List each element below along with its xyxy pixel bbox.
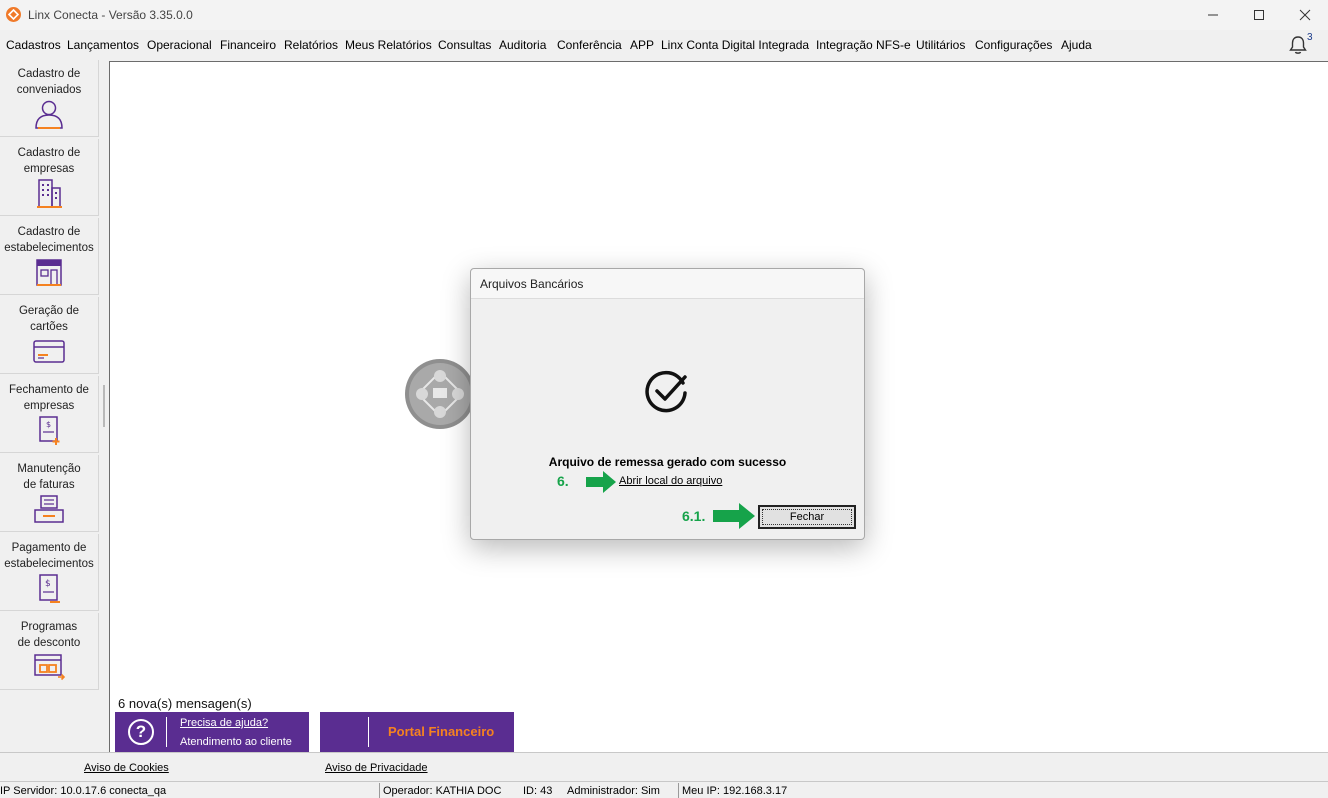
sidebar-item-label: Cadastro de bbox=[17, 68, 81, 80]
dialog-title-bar[interactable]: Arquivos Bancários bbox=[471, 269, 864, 299]
bell-icon[interactable] bbox=[1287, 34, 1309, 56]
privacy-notice-link[interactable]: Aviso de Privacidade bbox=[325, 762, 428, 774]
dialog-title: Arquivos Bancários bbox=[480, 277, 584, 291]
menu-cadastros[interactable]: Cadastros bbox=[6, 38, 61, 52]
menu-relatorios[interactable]: Relatórios bbox=[284, 38, 338, 52]
sidebar-item-label: de faturas bbox=[23, 479, 75, 491]
divider bbox=[379, 783, 380, 798]
portal-financeiro-button[interactable]: Portal Financeiro bbox=[320, 712, 514, 752]
step-6-arrow-icon bbox=[586, 471, 616, 493]
status-admin: Administrador: Sim bbox=[567, 785, 660, 797]
sidebar-item-cadastro-estabelecimentos[interactable]: Cadastro de estabelecimentos bbox=[0, 218, 99, 295]
menu-utilitarios[interactable]: Utilitários bbox=[916, 38, 965, 52]
menu-lancamentos[interactable]: Lançamentos bbox=[67, 38, 139, 52]
title-bar: Linx Conecta - Versão 3.35.0.0 bbox=[0, 0, 1328, 30]
discount-program-icon bbox=[34, 654, 66, 681]
menu-meus-relatorios[interactable]: Meus Relatórios bbox=[345, 38, 432, 52]
menu-linx-conta-digital[interactable]: Linx Conta Digital Integrada bbox=[661, 38, 809, 52]
sidebar-item-label: estabelecimentos bbox=[4, 558, 94, 570]
sidebar-item-cadastro-conveniados[interactable]: Cadastro de conveniados bbox=[0, 60, 99, 137]
svg-text:$: $ bbox=[46, 420, 51, 429]
help-panel[interactable]: ? Precisa de ajuda? Atendimento ao clien… bbox=[115, 712, 309, 752]
financial-network-watermark-icon bbox=[405, 359, 475, 429]
user-icon bbox=[35, 100, 63, 129]
sidebar-item-label: Fechamento de bbox=[9, 384, 89, 396]
bank-files-dialog: Arquivos Bancários Arquivo de remessa ge… bbox=[470, 268, 865, 540]
status-bar: IP Servidor: 10.0.17.6 conecta_qa Operad… bbox=[0, 781, 1328, 798]
sidebar-item-label: Pagamento de bbox=[11, 542, 87, 554]
menu-app[interactable]: APP bbox=[630, 38, 654, 52]
invoice-plus-icon: $ bbox=[39, 416, 60, 445]
sidebar-item-label: Manutenção bbox=[17, 463, 81, 475]
menu-bar: Cadastros Lançamentos Operacional Financ… bbox=[0, 30, 1328, 60]
linx-logo-icon bbox=[6, 7, 21, 22]
building-icon bbox=[37, 179, 62, 208]
sidebar-item-label: Cadastro de bbox=[17, 147, 81, 159]
step-6-1-arrow-icon bbox=[713, 503, 755, 529]
portal-financeiro-label: Portal Financeiro bbox=[388, 724, 495, 739]
menu-auditoria[interactable]: Auditoria bbox=[499, 38, 546, 52]
minimize-button[interactable] bbox=[1190, 0, 1236, 30]
maximize-button[interactable] bbox=[1236, 0, 1282, 30]
sidebar-item-label: de desconto bbox=[17, 637, 81, 649]
sidebar-item-geracao-cartoes[interactable]: Geração de cartões bbox=[0, 297, 99, 374]
sidebar-item-label: cartões bbox=[30, 321, 68, 333]
success-message: Arquivo de remessa gerado com sucesso bbox=[548, 455, 787, 469]
divider bbox=[368, 717, 369, 747]
menu-operacional[interactable]: Operacional bbox=[147, 38, 212, 52]
sidebar-item-programas-desconto[interactable]: Programas de desconto bbox=[0, 613, 99, 690]
menu-integracao-nfse[interactable]: Integração NFS-e bbox=[816, 38, 911, 52]
sidebar-item-fechamento-empresas[interactable]: Fechamento de empresas $ bbox=[0, 376, 99, 453]
sidebar-item-label: empresas bbox=[23, 400, 75, 412]
storefront-icon bbox=[36, 259, 62, 286]
close-window-button[interactable] bbox=[1282, 0, 1328, 30]
svg-text:$: $ bbox=[45, 579, 51, 589]
new-messages-text[interactable]: 6 nova(s) mensagen(s) bbox=[118, 696, 252, 711]
sidebar-item-label: empresas bbox=[23, 163, 75, 175]
sidebar-item-manutencao-faturas[interactable]: Manutenção de faturas bbox=[0, 455, 99, 532]
help-question-icon: ? bbox=[128, 719, 154, 745]
status-id: ID: 43 bbox=[523, 785, 553, 797]
window-title: Linx Conecta - Versão 3.35.0.0 bbox=[28, 8, 193, 22]
sidebar-item-label: Geração de bbox=[18, 305, 80, 317]
menu-configuracoes[interactable]: Configurações bbox=[975, 38, 1052, 52]
sidebar-item-label: Programas bbox=[20, 621, 78, 633]
sidebar-item-label: conveniados bbox=[16, 84, 82, 96]
sidebar-item-cadastro-empresas[interactable]: Cadastro de empresas bbox=[0, 139, 99, 216]
sidebar-splitter[interactable] bbox=[103, 385, 105, 427]
sidebar-item-label: Cadastro de bbox=[17, 226, 81, 238]
card-icon bbox=[33, 340, 65, 363]
close-button[interactable]: Fechar bbox=[758, 505, 856, 529]
divider bbox=[678, 783, 679, 798]
inbox-tray-icon bbox=[34, 495, 64, 523]
sidebar: Cadastro de conveniados Cadastro de empres… bbox=[0, 60, 106, 752]
menu-ajuda[interactable]: Ajuda bbox=[1061, 38, 1092, 52]
sidebar-item-label: estabelecimentos bbox=[4, 242, 94, 254]
menu-conferencia[interactable]: Conferência bbox=[557, 38, 622, 52]
menu-consultas[interactable]: Consultas bbox=[438, 38, 491, 52]
success-check-icon bbox=[645, 370, 687, 413]
step-6-label: 6. bbox=[557, 473, 569, 489]
sidebar-item-pagamento-estabelecimentos[interactable]: Pagamento de estabelecimentos $ bbox=[0, 534, 99, 611]
notification-count: 3 bbox=[1307, 32, 1313, 43]
menu-financeiro[interactable]: Financeiro bbox=[220, 38, 276, 52]
footer-links-bar: Aviso de Cookies Aviso de Privacidade bbox=[0, 752, 1328, 780]
status-operator: Operador: KATHIA DOC bbox=[383, 785, 502, 797]
status-server: IP Servidor: 10.0.17.6 conecta_qa bbox=[0, 785, 167, 797]
status-ip: Meu IP: 192.168.3.17 bbox=[682, 785, 788, 797]
close-button-label: Fechar bbox=[762, 509, 852, 525]
cookies-notice-link[interactable]: Aviso de Cookies bbox=[84, 762, 169, 774]
customer-service-label: Atendimento ao cliente bbox=[180, 736, 292, 748]
open-file-location-link[interactable]: Abrir local do arquivo bbox=[619, 475, 722, 487]
help-link[interactable]: Precisa de ajuda? bbox=[180, 717, 268, 729]
step-6-1-label: 6.1. bbox=[682, 508, 706, 524]
divider bbox=[166, 717, 167, 747]
invoice-dollar-icon: $ bbox=[39, 574, 60, 603]
